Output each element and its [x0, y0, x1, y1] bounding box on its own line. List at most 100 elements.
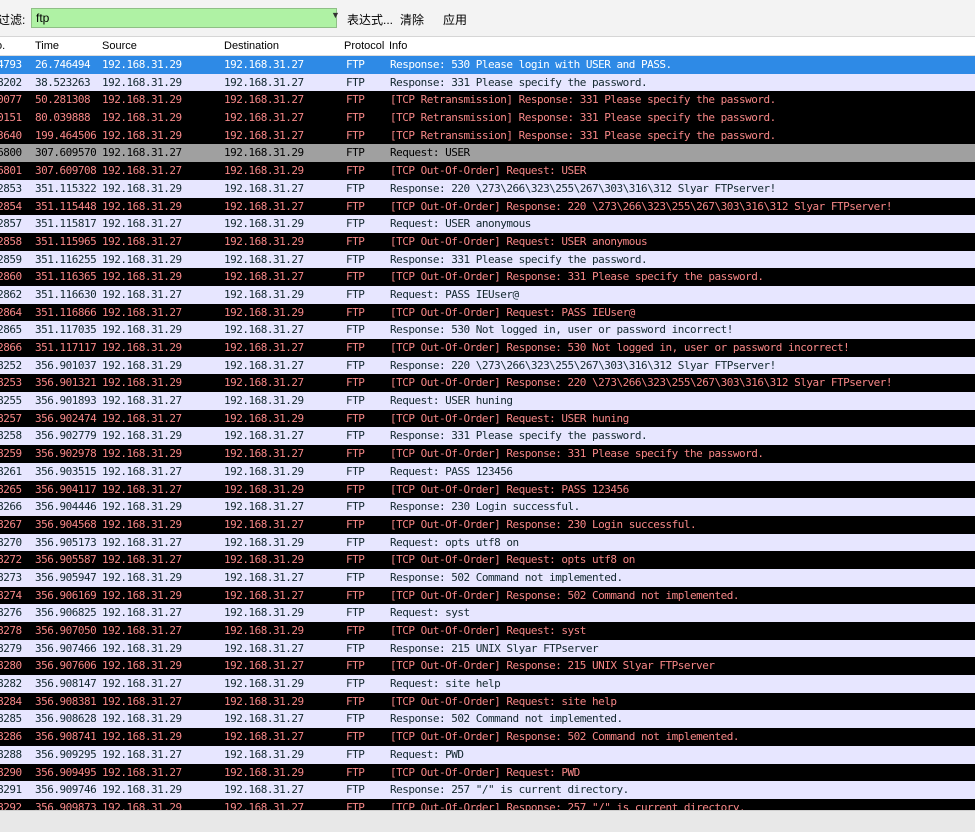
packet-source: 192.168.31.27: [102, 305, 182, 319]
packet-number: 88273: [0, 570, 22, 584]
packet-time: 351.115322: [35, 181, 97, 195]
packet-row[interactable]: 88278 356.907050 192.168.31.27 192.168.31.2…: [0, 622, 975, 640]
packet-row[interactable]: 72864 351.116866 192.168.31.27 192.168.31.2…: [0, 303, 975, 322]
packet-row[interactable]: 72853 351.115322 192.168.31.29 192.168.31.2…: [0, 179, 975, 198]
packet-row[interactable]: 88276 356.906825 192.168.31.27 192.168.31.2…: [0, 604, 975, 622]
packet-row[interactable]: 78202 38.523263 192.168.31.29 192.168.31.27…: [0, 73, 975, 92]
packet-row[interactable]: 88274 356.906169 192.168.31.29 192.168.31.2…: [0, 586, 975, 605]
packet-row[interactable]: 88259 356.902978 192.168.31.29 192.168.31.2…: [0, 445, 975, 463]
packet-row[interactable]: 72854 351.115448 192.168.31.29 192.168.31.2…: [0, 197, 975, 216]
packet-row[interactable]: 88266 356.904446 192.168.31.29 192.168.31.2…: [0, 498, 975, 516]
packet-row[interactable]: 88258 356.902779 192.168.31.29 192.168.31.2…: [0, 427, 975, 446]
horizontal-scrollbar[interactable]: [0, 810, 975, 832]
packet-info: Request: syst: [390, 606, 470, 620]
column-header-protocol[interactable]: Protocol: [344, 40, 384, 52]
packet-info: Response: 230 Login successful.: [390, 500, 580, 514]
packet-row[interactable]: 88267 356.904568 192.168.31.29 192.168.31.2…: [0, 515, 975, 534]
packet-row[interactable]: 88252 356.901037 192.168.31.29 192.168.31.2…: [0, 356, 975, 375]
packet-number: 88285: [0, 712, 22, 726]
packet-info: [TCP Out-Of-Order] Response: 502 Command…: [390, 730, 740, 744]
packet-protocol: FTP: [346, 694, 365, 708]
packet-row[interactable]: 88261 356.903515 192.168.31.27 192.168.31.2…: [0, 462, 975, 481]
packet-protocol: FTP: [346, 677, 365, 691]
packet-row[interactable]: 88290 356.909495 192.168.31.27 192.168.31.2…: [0, 763, 975, 782]
packet-row[interactable]: 88284 356.908381 192.168.31.27 192.168.31.2…: [0, 692, 975, 711]
packet-info: [TCP Out-Of-Order] Response: 220 \273\26…: [390, 376, 893, 390]
packet-source: 192.168.31.29: [102, 270, 182, 284]
packet-protocol: FTP: [346, 323, 365, 337]
packet-row[interactable]: 88272 356.905587 192.168.31.27 192.168.31.2…: [0, 551, 975, 569]
packet-row[interactable]: 88286 356.908741 192.168.31.29 192.168.31.2…: [0, 728, 975, 746]
packet-number: 72865: [0, 323, 22, 337]
packet-row[interactable]: 00077 50.281308 192.168.31.29 192.168.31.27…: [0, 91, 975, 110]
packet-source: 192.168.31.27: [102, 553, 182, 567]
packet-row[interactable]: 88265 356.904117 192.168.31.27 192.168.31.2…: [0, 480, 975, 499]
packet-row[interactable]: 88253 356.901321 192.168.31.29 192.168.31.2…: [0, 374, 975, 393]
packet-row[interactable]: 88292 356.909873 192.168.31.29 192.168.31.2…: [0, 798, 975, 810]
packet-protocol: FTP: [346, 128, 365, 142]
packet-destination: 192.168.31.29: [224, 553, 304, 567]
packet-row[interactable]: 72860 351.116365 192.168.31.29 192.168.31.2…: [0, 268, 975, 286]
packet-row[interactable]: 88280 356.907606 192.168.31.29 192.168.31.2…: [0, 657, 975, 676]
packet-protocol: FTP: [346, 747, 365, 761]
packet-source: 192.168.31.29: [102, 641, 182, 655]
packet-row[interactable]: 72857 351.115817 192.168.31.27 192.168.31.2…: [0, 215, 975, 233]
packet-row[interactable]: 88282 356.908147 192.168.31.27 192.168.31.2…: [0, 675, 975, 693]
packet-source: 192.168.31.29: [102, 75, 182, 89]
packet-time: 80.039888: [35, 111, 91, 125]
packet-row[interactable]: 88291 356.909746 192.168.31.29 192.168.31.2…: [0, 781, 975, 799]
packet-info: [TCP Out-Of-Order] Request: USER huning: [390, 411, 629, 425]
packet-row[interactable]: 88257 356.902474 192.168.31.27 192.168.31.2…: [0, 409, 975, 428]
packet-row[interactable]: 76800 307.609570 192.168.31.27 192.168.31.2…: [0, 144, 975, 163]
column-header-destination[interactable]: Destination: [224, 40, 279, 52]
packet-row[interactable]: 88270 356.905173 192.168.31.27 192.168.31.2…: [0, 533, 975, 552]
clear-button[interactable]: 清除: [400, 11, 424, 28]
packet-row[interactable]: 72862 351.116630 192.168.31.27 192.168.31.2…: [0, 285, 975, 304]
packet-info: [TCP Retransmission] Response: 331 Pleas…: [390, 111, 776, 125]
packet-row[interactable]: 72866 351.117117 192.168.31.29 192.168.31.2…: [0, 339, 975, 357]
packet-row[interactable]: 88273 356.905947 192.168.31.29 192.168.31.2…: [0, 568, 975, 587]
packet-info: Response: 502 Command not implemented.: [390, 712, 623, 726]
packet-number: 88265: [0, 482, 22, 496]
packet-row[interactable]: 72858 351.115965 192.168.31.27 192.168.31.2…: [0, 232, 975, 251]
packet-info: [TCP Out-Of-Order] Response: 530 Not log…: [390, 341, 850, 354]
packet-row[interactable]: 50151 80.039888 192.168.31.29 192.168.31.27…: [0, 109, 975, 127]
packet-time: 356.901321: [35, 376, 97, 390]
expression-button[interactable]: 表达式...: [347, 11, 393, 28]
column-header-no[interactable]: o.: [0, 40, 5, 52]
packet-row[interactable]: 63640 199.464506 192.168.31.29 192.168.31.2…: [0, 126, 975, 145]
packet-row[interactable]: 72859 351.116255 192.168.31.29 192.168.31.2…: [0, 250, 975, 269]
packet-row[interactable]: 88279 356.907466 192.168.31.29 192.168.31.2…: [0, 639, 975, 658]
packet-destination: 192.168.31.27: [224, 181, 304, 195]
column-header-time[interactable]: Time: [35, 40, 59, 52]
packet-destination: 192.168.31.27: [224, 730, 304, 744]
packet-protocol: FTP: [346, 730, 365, 744]
packet-row[interactable]: 72865 351.117035 192.168.31.29 192.168.31.2…: [0, 321, 975, 339]
packet-destination: 192.168.31.27: [224, 641, 304, 655]
packet-protocol: FTP: [346, 146, 365, 160]
packet-protocol: FTP: [346, 570, 365, 584]
packet-row[interactable]: 76801 307.609708 192.168.31.27 192.168.31.2…: [0, 162, 975, 180]
packet-info: [TCP Retransmission] Response: 331 Pleas…: [390, 93, 776, 107]
packet-source: 192.168.31.29: [102, 199, 182, 213]
packet-number: 00077: [0, 93, 22, 107]
filter-dropdown-icon[interactable]: ▼: [331, 10, 340, 20]
packet-row[interactable]: 88288 356.909295 192.168.31.27 192.168.31.2…: [0, 745, 975, 764]
packet-source: 192.168.31.29: [102, 800, 182, 810]
packet-time: 356.902978: [35, 447, 97, 461]
packet-time: 356.907466: [35, 641, 97, 655]
column-header-info[interactable]: Info: [389, 40, 407, 52]
packet-info: Request: USER huning: [390, 394, 513, 408]
packet-source: 192.168.31.29: [102, 500, 182, 514]
packet-protocol: FTP: [346, 305, 365, 319]
packet-row[interactable]: 54793 26.746494 192.168.31.29 192.168.31.27…: [0, 56, 975, 74]
column-header-source[interactable]: Source: [102, 40, 137, 52]
packet-info: Response: 220 \273\266\323\255\267\303\3…: [390, 181, 776, 195]
packet-time: 356.902474: [35, 411, 97, 425]
packet-row[interactable]: 88285 356.908628 192.168.31.29 192.168.31.2…: [0, 710, 975, 729]
display-filter-input[interactable]: ftp: [31, 8, 337, 28]
packet-row[interactable]: 88255 356.901893 192.168.31.27 192.168.31.2…: [0, 392, 975, 410]
packet-source: 192.168.31.29: [102, 730, 182, 744]
apply-button[interactable]: 应用: [443, 11, 467, 28]
packet-destination: 192.168.31.27: [224, 376, 304, 390]
